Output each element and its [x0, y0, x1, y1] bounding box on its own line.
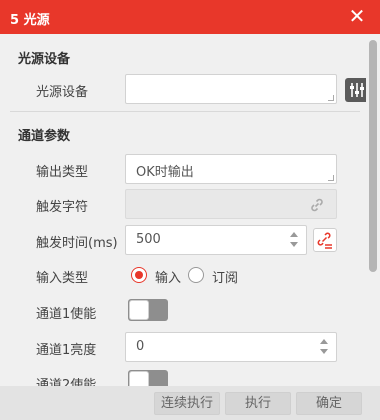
toggle-knob — [129, 371, 149, 386]
section-divider — [10, 111, 360, 112]
title-bar: 5 光源 ✕ — [0, 0, 380, 34]
section-title-light-source: 光源设备 — [18, 52, 71, 67]
radio-input[interactable] — [131, 267, 147, 283]
radio-subscribe[interactable] — [188, 267, 204, 283]
radio-subscribe-label: 订阅 — [212, 271, 239, 286]
dialog-title: 5 光源 — [10, 13, 50, 28]
stepper-down-icon[interactable] — [290, 242, 298, 247]
trigger-time-input[interactable]: 500 — [125, 225, 307, 255]
ch2-enable-label: 通道2使能 — [36, 378, 97, 386]
trigger-time-label: 触发时间(ms) — [36, 236, 118, 251]
output-type-label: 输出类型 — [36, 165, 89, 180]
link-variable-button[interactable] — [313, 228, 337, 252]
trigger-char-label: 触发字符 — [36, 200, 89, 215]
link-icon[interactable] — [308, 196, 326, 218]
close-button[interactable]: ✕ — [346, 5, 368, 27]
light-source-dialog: 5 光源 ✕ 光源设备 光源设备 通道参数 输出类型 OK时输出 触发字符 触发… — [0, 0, 380, 420]
scroll-thumb[interactable] — [369, 40, 377, 272]
confirm-button[interactable]: 确定 — [296, 392, 362, 415]
resize-grip-icon — [328, 175, 334, 181]
stepper-down-icon[interactable] — [320, 349, 328, 354]
continuous-execute-button[interactable]: 连续执行 — [154, 392, 220, 415]
section-title-channel: 通道参数 — [18, 129, 71, 144]
ch1-enable-toggle[interactable] — [128, 299, 168, 321]
execute-button[interactable]: 执行 — [225, 392, 291, 415]
ch2-enable-toggle[interactable] — [128, 370, 168, 386]
input-type-label: 输入类型 — [36, 271, 89, 286]
trigger-time-value: 500 — [136, 232, 161, 247]
toggle-knob — [129, 300, 149, 320]
ch1-enable-label: 通道1使能 — [36, 307, 97, 322]
ch1-brightness-value: 0 — [136, 339, 145, 354]
output-type-select[interactable]: OK时输出 — [125, 154, 337, 184]
ch1-brightness-label: 通道1亮度 — [36, 343, 97, 358]
dialog-content: 光源设备 光源设备 通道参数 输出类型 OK时输出 触发字符 触发时间(ms) … — [0, 34, 366, 386]
dialog-footer: 连续执行 执行 确定 — [0, 386, 380, 420]
stepper-up-icon[interactable] — [320, 339, 328, 344]
device-select[interactable] — [125, 74, 337, 104]
brightness-stepper[interactable] — [320, 339, 330, 357]
radio-input-label: 输入 — [155, 271, 182, 286]
vertical-scrollbar[interactable] — [366, 34, 380, 386]
trigger-char-input[interactable] — [125, 189, 337, 219]
resize-grip-icon — [328, 95, 334, 101]
trigger-time-stepper[interactable] — [290, 232, 300, 250]
sliders-icon[interactable] — [345, 78, 366, 102]
ch1-brightness-input[interactable]: 0 — [125, 332, 337, 362]
output-type-value: OK时输出 — [136, 165, 194, 180]
stepper-up-icon[interactable] — [290, 232, 298, 237]
device-label: 光源设备 — [36, 85, 89, 100]
